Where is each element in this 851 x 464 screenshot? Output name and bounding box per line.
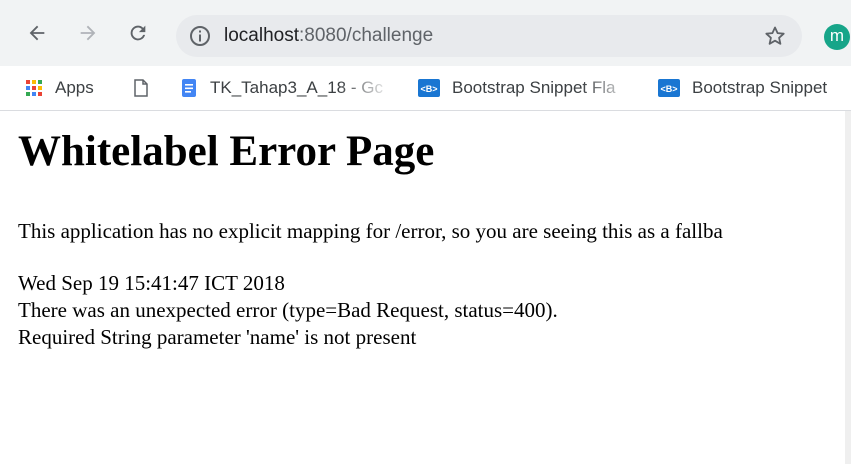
profile-avatar[interactable]: m [824, 24, 850, 50]
reload-button[interactable] [125, 20, 151, 46]
url-host: localhost [224, 25, 299, 46]
bootstrap-icon: <B> [658, 79, 680, 97]
bookmark-page[interactable] [132, 76, 162, 100]
scrollbar[interactable] [845, 111, 851, 464]
bookmark-bootstrap-snippet-1[interactable]: <B> Bootstrap Snippet Fla [418, 76, 636, 100]
url-text[interactable]: localhost:8080/challenge [224, 25, 433, 47]
forward-button[interactable] [75, 20, 101, 46]
svg-text:<B>: <B> [660, 84, 677, 94]
bookmark-bootstrap-snippet-2[interactable]: <B> Bootstrap Snippet [658, 76, 851, 100]
browser-toolbar: localhost:8080/challenge m [0, 0, 851, 66]
svg-text:<B>: <B> [420, 84, 437, 94]
back-button[interactable] [24, 20, 50, 46]
bookmark-label: Bootstrap Snippet [692, 78, 828, 97]
address-bar[interactable]: localhost:8080/challenge [176, 15, 802, 57]
forward-arrow-icon [80, 25, 96, 41]
error-timestamp: Wed Sep 19 15:41:47 ICT 2018 [18, 271, 285, 295]
google-docs-icon [182, 79, 196, 97]
back-arrow-icon [29, 25, 45, 41]
error-type-line: There was an unexpected error (type=Bad … [18, 298, 558, 322]
bookmark-label: Apps [55, 78, 94, 97]
reload-icon [130, 25, 146, 41]
url-port: :8080 [299, 25, 347, 46]
apps-grid-icon [26, 80, 42, 96]
bookmark-apps[interactable]: Apps [25, 76, 94, 100]
info-icon[interactable] [188, 24, 212, 48]
page-content: Whitelabel Error Page This application h… [0, 111, 851, 464]
page-title: Whitelabel Error Page [18, 128, 435, 175]
url-path: /challenge [346, 25, 434, 46]
bookmark-star-icon[interactable] [763, 24, 787, 48]
error-message: This application has no explicit mapping… [18, 219, 723, 243]
bookmark-tk-tahap3[interactable]: TK_Tahap3_A_18 - Gc [180, 76, 392, 100]
bookmarks-bar: Apps TK_Tahap3_A_18 - Gc <B> Bootstrap S… [0, 66, 851, 111]
error-detail-line: Required String parameter 'name' is not … [18, 325, 417, 349]
page-icon [134, 79, 148, 97]
bookmark-label: TK_Tahap3_A_18 - Gc [210, 78, 383, 97]
bookmark-label: Bootstrap Snippet Fla [452, 78, 616, 97]
bootstrap-icon: <B> [418, 79, 440, 97]
